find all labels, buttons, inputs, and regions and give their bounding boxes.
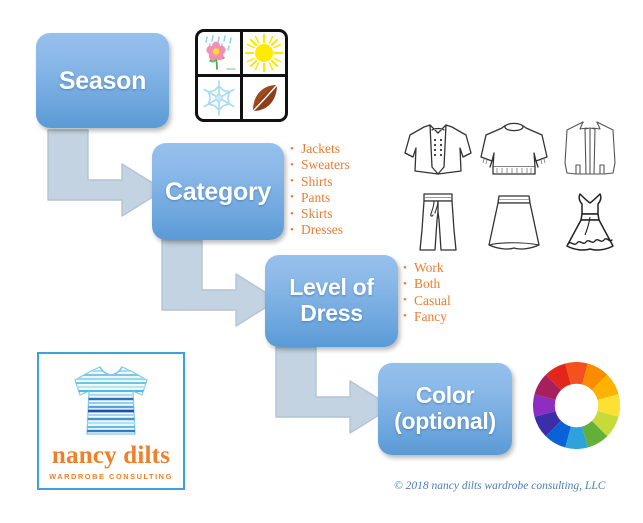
level-of-dress-options-list: Work Both Casual Fancy bbox=[403, 259, 451, 325]
season-cell-spring bbox=[198, 32, 240, 74]
step-box-season[interactable]: Season bbox=[36, 33, 169, 128]
list-item: Dresses bbox=[290, 222, 350, 239]
list-item: Fancy bbox=[403, 308, 451, 325]
category-options-list: Jackets Sweaters Shirts Pants Skirts Dre… bbox=[290, 140, 350, 239]
list-item: Both bbox=[403, 276, 451, 293]
autumn-leaf-icon bbox=[252, 84, 278, 112]
list-item: Skirts bbox=[290, 206, 350, 223]
season-cell-autumn bbox=[243, 77, 285, 119]
shirt-icon bbox=[564, 120, 616, 175]
dress-icon bbox=[566, 192, 614, 251]
step-box-category[interactable]: Category bbox=[152, 143, 284, 240]
step-label-level-of-dress: Level of Dress bbox=[289, 274, 374, 327]
sweater-icon bbox=[480, 122, 548, 175]
garment-icon-grid bbox=[400, 112, 628, 258]
step-box-level-of-dress[interactable]: Level of Dress bbox=[265, 255, 398, 347]
striped-tshirt-icon bbox=[74, 366, 148, 435]
list-item: Pants bbox=[290, 189, 350, 206]
color-wheel bbox=[533, 362, 620, 449]
step-label-color: Color (optional) bbox=[394, 382, 496, 435]
pants-icon bbox=[419, 192, 457, 251]
garment-cell-sweater bbox=[476, 112, 552, 185]
jacket-icon bbox=[404, 123, 472, 175]
logo-brand-name: nancy dilts bbox=[51, 442, 171, 469]
garment-cell-shirt bbox=[552, 112, 628, 185]
skirt-icon bbox=[488, 194, 540, 250]
winter-snowflake-icon bbox=[203, 80, 235, 116]
step-label-level-line2: Dress bbox=[300, 300, 363, 326]
season-icon-grid bbox=[195, 29, 288, 122]
list-item: Jackets bbox=[290, 140, 350, 157]
list-item: Shirts bbox=[290, 173, 350, 190]
season-cell-summer bbox=[243, 32, 285, 74]
step-box-color[interactable]: Color (optional) bbox=[378, 363, 512, 455]
copyright-text: © 2018 nancy dilts wardrobe consulting, … bbox=[394, 480, 606, 492]
logo-tagline: WARDROBE CONSULTING bbox=[49, 472, 173, 481]
garment-cell-pants bbox=[400, 185, 476, 258]
nancy-dilts-logo: nancy dilts WARDROBE CONSULTING bbox=[37, 352, 185, 490]
list-item: Casual bbox=[403, 292, 451, 309]
season-cell-winter bbox=[198, 77, 240, 119]
spring-flower-rain-icon bbox=[205, 35, 236, 70]
step-label-color-line2: (optional) bbox=[394, 408, 496, 434]
list-item: Work bbox=[403, 259, 451, 276]
list-item: Sweaters bbox=[290, 157, 350, 174]
summer-sun-icon bbox=[244, 33, 284, 73]
garment-cell-dress bbox=[552, 185, 628, 258]
step-label-level-line1: Level of bbox=[289, 274, 374, 301]
step-label-color-line1: Color bbox=[415, 382, 475, 409]
step-label-season: Season bbox=[58, 66, 147, 95]
step-label-category: Category bbox=[165, 177, 271, 206]
garment-cell-skirt bbox=[476, 185, 552, 258]
garment-cell-jacket bbox=[400, 112, 476, 185]
